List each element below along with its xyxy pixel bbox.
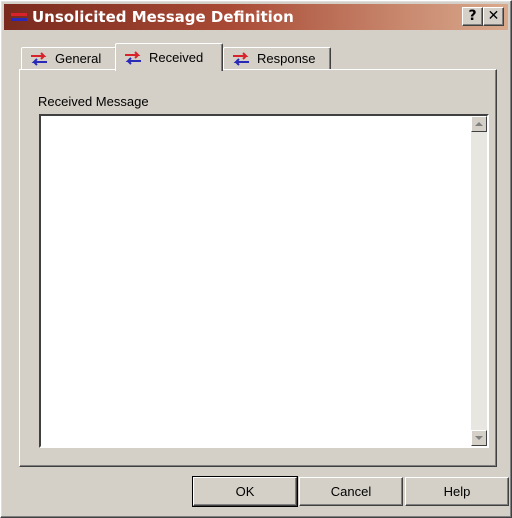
tab-general-label: General <box>55 51 102 66</box>
tab-received[interactable]: Received <box>115 43 223 71</box>
exchange-arrows-icon <box>31 51 47 66</box>
received-message-textarea[interactable] <box>39 114 489 448</box>
cancel-button[interactable]: Cancel <box>299 477 403 506</box>
message-arrows-icon <box>11 13 27 21</box>
title-close-button[interactable]: ✕ <box>483 7 504 26</box>
help-button[interactable]: Help <box>405 477 509 506</box>
received-tab-panel: Received Message <box>19 69 497 467</box>
arrow-down-icon <box>475 436 483 440</box>
tab-general[interactable]: General <box>21 47 117 69</box>
title-bar[interactable]: Unsolicited Message Definition ? ✕ <box>4 4 508 30</box>
vertical-scrollbar[interactable] <box>471 116 487 446</box>
tab-response-label: Response <box>257 51 316 66</box>
received-message-label: Received Message <box>38 94 149 109</box>
ok-button[interactable]: OK <box>192 476 298 507</box>
dialog-window: Unsolicited Message Definition ? ✕ Gener… <box>0 0 512 518</box>
exchange-arrows-icon <box>233 51 249 66</box>
scroll-up-button[interactable] <box>471 116 487 132</box>
scroll-down-button[interactable] <box>471 430 487 446</box>
arrow-up-icon <box>475 122 483 126</box>
exchange-arrows-icon <box>125 50 141 65</box>
window-title: Unsolicited Message Definition <box>32 8 294 26</box>
tab-response[interactable]: Response <box>223 47 331 69</box>
title-help-button[interactable]: ? <box>462 7 483 26</box>
tab-received-label: Received <box>149 50 204 65</box>
